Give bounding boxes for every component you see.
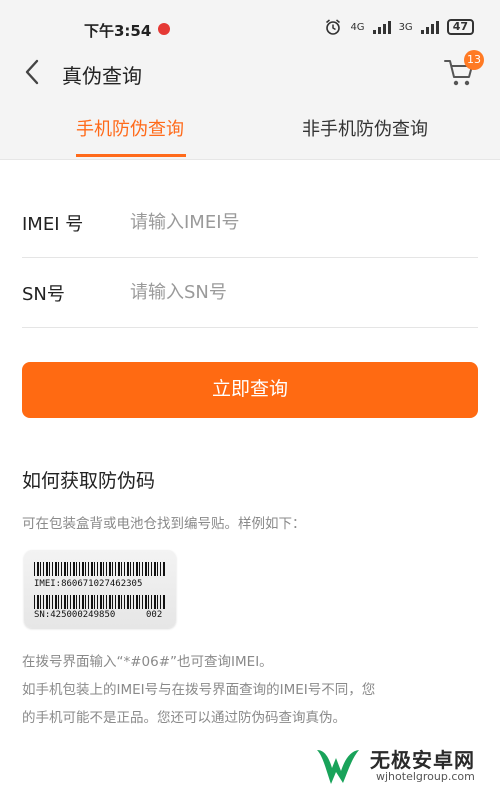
signal-icon [372, 20, 391, 34]
tab-bar: 手机防伪查询 非手机防伪查询 [0, 102, 500, 160]
status-indicators: 4G 3G 47 [324, 18, 474, 36]
page-title: 真伪查询 [62, 64, 142, 88]
back-button[interactable] [18, 58, 46, 86]
battery-icon: 47 [446, 19, 474, 35]
help-note-1: 在拨号界面输入“*#06#”也可查询IMEI。 [22, 654, 273, 670]
watermark: 无极安卓网 wjhotelgroup.com [314, 742, 494, 788]
imei-barcode [34, 562, 166, 576]
query-button[interactable]: 立即查询 [22, 362, 478, 418]
imei-label: IMEI 号 [22, 214, 84, 235]
sample-sn-text: SN:425000249850 [34, 610, 116, 620]
cart-count-badge: 13 [464, 50, 484, 70]
sn-label: SN号 [22, 284, 65, 305]
status-time: 下午3:54 [84, 22, 152, 40]
back-chevron-icon [25, 59, 39, 85]
help-note-2: 如手机包装上的IMEI号与在拨号界面查询的IMEI号不同，您 [22, 682, 376, 698]
alarm-clock-icon [326, 19, 341, 35]
watermark-logo-icon [317, 750, 359, 784]
network-4g-label: 4G [350, 21, 365, 33]
active-tab-indicator [76, 154, 186, 157]
sample-sn-suffix: 002 [146, 610, 163, 620]
sample-imei-text: IMEI:860671027462305 [34, 579, 143, 589]
sn-barcode [34, 595, 166, 609]
sn-field-row: SN号 [22, 258, 478, 328]
tab-phone-check[interactable]: 手机防伪查询 [60, 102, 200, 160]
imei-input[interactable] [130, 204, 470, 240]
network-3g-label: 3G [398, 21, 413, 33]
watermark-url: wjhotelgroup.com [376, 770, 475, 783]
imei-field-row: IMEI 号 [22, 188, 478, 258]
watermark-name: 无极安卓网 [370, 748, 475, 772]
sn-input[interactable] [130, 274, 470, 310]
notification-icon [158, 23, 170, 35]
sample-label-image: IMEI:860671027462305 SN:425000249850 002 [24, 550, 176, 628]
tab-non-phone-check[interactable]: 非手机防伪查询 [280, 102, 450, 160]
signal-icon [420, 20, 439, 34]
help-title: 如何获取防伪码 [22, 470, 156, 492]
help-description: 可在包装盒背或电池仓找到编号贴。样例如下： [22, 516, 306, 532]
top-bar: 下午3:54 4G 3G 47 真伪查询 13 [0, 0, 500, 102]
help-note-3: 的手机可能不是正品。您还可以通过防伪码查询真伪。 [22, 710, 346, 726]
